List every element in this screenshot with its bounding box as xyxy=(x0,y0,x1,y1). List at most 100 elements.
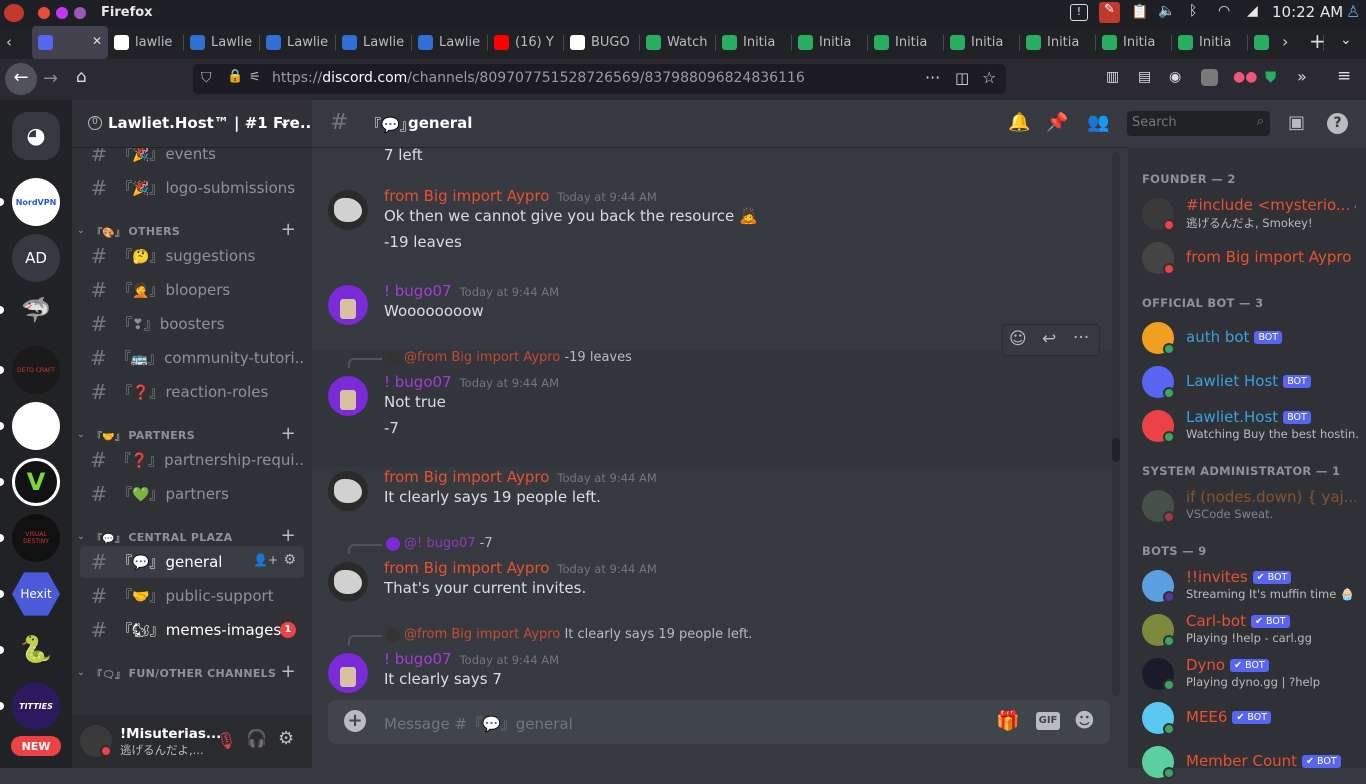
tab[interactable]: Lawlie xyxy=(184,26,260,59)
url-bar[interactable]: ⛉ 🔒 ⚟ https://discord.com/channels/80970… xyxy=(193,64,1006,94)
channel-partners[interactable]: # 『💚』 partners xyxy=(80,478,304,510)
new-tab-button[interactable]: + xyxy=(1309,29,1326,53)
avatar[interactable] xyxy=(328,471,368,511)
search-input[interactable]: Search ⌕ xyxy=(1127,111,1270,136)
gift-icon[interactable]: 🎁 xyxy=(996,709,1020,732)
forward-button[interactable]: → xyxy=(43,68,58,89)
message-author[interactable]: from Big import Aypro xyxy=(384,468,549,486)
new-badge[interactable]: NEW xyxy=(11,736,61,756)
add-reaction-icon[interactable]: ☺ xyxy=(1009,329,1027,349)
tracking-protection-icon[interactable]: ⛉ xyxy=(201,70,212,86)
channel-general[interactable]: # 『💬』 general 👤+ ⚙ xyxy=(80,546,304,578)
member-item[interactable]: #include <mysterio...◆ 逃げるんだよ, Smokey! xyxy=(1142,192,1362,236)
invite-icon[interactable]: 👤+ xyxy=(253,553,278,567)
user-name[interactable]: !Misuterias... xyxy=(120,726,221,742)
scrollbar-track[interactable] xyxy=(1112,152,1120,696)
clock[interactable]: 10:22 AM xyxy=(1272,3,1343,21)
channel-logo-submissions[interactable]: # 『🎉』 logo-submissions xyxy=(80,172,304,204)
add-channel-icon[interactable]: + xyxy=(281,219,296,240)
hexit-icon[interactable]: Hexit xyxy=(12,572,60,616)
message[interactable]: @from Big import Aypro It clearly says 1… xyxy=(312,627,1112,696)
tab[interactable]: Watch xyxy=(640,26,716,59)
window-maximize-button[interactable] xyxy=(56,7,68,19)
pocket-icon[interactable]: ◫ xyxy=(955,69,969,87)
message[interactable]: @from Big import Aypro -19 leaves ! bugo0… xyxy=(312,350,1112,467)
category-fun-other-channels[interactable]: ⌄ 『🗨』 FUN/OTHER CHANNELS + xyxy=(74,661,304,683)
message-author[interactable]: ! bugo07 xyxy=(384,650,452,668)
member-item[interactable]: auth bot BOT xyxy=(1142,316,1362,360)
volume-icon[interactable]: 🔈 xyxy=(1158,3,1175,19)
channel-reaction-roles[interactable]: # 『❓』 reaction-roles xyxy=(80,376,304,408)
tab[interactable]: (16) Y xyxy=(488,26,564,59)
message-author[interactable]: from Big import Aypro xyxy=(384,559,549,577)
tab-close-icon[interactable]: ✕ xyxy=(92,34,102,48)
member-item[interactable]: Lawliet Host BOT xyxy=(1142,360,1362,404)
window-minimize-button[interactable] xyxy=(74,7,86,19)
message-continuation[interactable]: 7 left xyxy=(312,148,1112,186)
tab-scroll-right-icon[interactable]: › xyxy=(1282,32,1288,51)
mute-mic-icon[interactable]: 🎙 xyxy=(216,731,236,750)
avatar[interactable] xyxy=(328,562,368,602)
wifi-icon[interactable]: ◠ xyxy=(1218,3,1230,19)
category-central-plaza[interactable]: ⌄ 『💬』 CENTRAL PLAZA + xyxy=(74,525,304,547)
bell-icon[interactable]: 🔔 xyxy=(1008,112,1030,133)
inbox-icon[interactable]: ▣ xyxy=(1288,112,1305,133)
channel-memes-images[interactable]: # 『🐿』 memes-images 1 xyxy=(80,614,304,646)
avatar[interactable] xyxy=(328,376,368,416)
member-item[interactable]: from Big import Aypro xyxy=(1142,236,1362,280)
tray-alert-icon[interactable]: ! xyxy=(1070,4,1088,21)
tab[interactable]: Initia xyxy=(716,26,792,59)
tab[interactable]: Initia xyxy=(868,26,944,59)
clipboard-icon[interactable]: 📋 xyxy=(1131,4,1148,20)
reply-preview[interactable]: @! bugo07 -7 xyxy=(404,536,493,551)
back-button[interactable]: ← xyxy=(5,63,37,95)
add-channel-icon[interactable]: + xyxy=(281,423,296,444)
add-channel-icon[interactable]: + xyxy=(281,661,296,682)
category-others[interactable]: ⌄ 『🎨』 OTHERS + xyxy=(74,219,304,241)
tab[interactable]: Lawlie xyxy=(336,26,412,59)
tab[interactable]: lawlie xyxy=(108,26,184,59)
logo-sv-icon[interactable] xyxy=(12,402,60,450)
extension-shield-icon[interactable]: ⛊ xyxy=(1265,68,1276,86)
member-list-icon[interactable]: 👥 xyxy=(1087,112,1109,133)
battery-icon[interactable]: ◢ xyxy=(1247,3,1258,19)
menu-icon[interactable]: ≡ xyxy=(1337,66,1351,86)
tab[interactable]: Initia xyxy=(944,26,1020,59)
sidebar-toggle-icon[interactable]: ▤ xyxy=(1138,69,1151,85)
visual-destiny-icon[interactable]: VISUAL DESTINY xyxy=(12,514,60,562)
tab-list-button[interactable]: ⌄ xyxy=(1340,32,1352,48)
member-item[interactable]: !!invites ✔ BOT Streaming It's muffin time… xyxy=(1142,564,1362,608)
tab[interactable]: Initia xyxy=(1172,26,1248,59)
message[interactable]: from Big import Aypro Today at 9:44 AM Ok … xyxy=(312,186,1112,281)
page-actions-icon[interactable]: ··· xyxy=(925,68,940,87)
library-icon[interactable]: ▥ xyxy=(1106,69,1119,85)
tab[interactable]: Lawlie xyxy=(260,26,336,59)
more-options-icon[interactable]: ··· xyxy=(1073,328,1089,348)
permissions-icon[interactable]: ⚟ xyxy=(249,70,261,85)
message-author[interactable]: from Big import Aypro xyxy=(384,187,549,205)
category-partners[interactable]: ⌄ 『🤝』 PARTNERS + xyxy=(74,423,304,445)
user-menu-icon[interactable]: ♙ xyxy=(1346,2,1360,21)
discord-home-icon[interactable]: ◕ xyxy=(12,112,60,160)
logo-v-icon[interactable]: V xyxy=(12,458,60,506)
member-item[interactable]: if (nodes.down) { yaj.... VSCode Sweat. xyxy=(1142,484,1362,528)
server-header[interactable]: 0 Lawliet.Host™ | #1 Fre... ⌄ xyxy=(72,100,317,148)
pin-icon[interactable]: 📌 xyxy=(1046,112,1068,133)
tray-pen-icon[interactable]: ✎ xyxy=(1099,2,1120,23)
nordvpn-icon[interactable]: NordVPN xyxy=(12,178,60,226)
help-icon[interactable]: ? xyxy=(1327,113,1348,134)
user-settings-gear-icon[interactable]: ⚙ xyxy=(278,728,294,749)
emoji-icon[interactable]: ☻ xyxy=(1074,708,1095,732)
purple-space-icon[interactable]: TITTIES xyxy=(12,682,60,730)
member-item[interactable]: MEE6 ✔ BOT xyxy=(1142,696,1362,740)
reply-preview[interactable]: @from Big import Aypro -19 leaves xyxy=(404,350,632,365)
member-item[interactable]: Member Count ✔ BOT xyxy=(1142,740,1362,784)
bluetooth-icon[interactable]: ᛒ xyxy=(1189,3,1197,19)
channel-suggestions[interactable]: # 『🤔』 suggestions xyxy=(80,240,304,272)
tab[interactable]: Lawlie xyxy=(412,26,488,59)
member-item[interactable]: Lawliet.Host BOT Watching Buy the best hos… xyxy=(1142,404,1362,448)
reply-preview[interactable]: @from Big import Aypro It clearly says 1… xyxy=(404,627,752,642)
message[interactable]: @! bugo07 -7 from Big import Aypro Today a… xyxy=(312,536,1112,627)
add-attachment-icon[interactable]: + xyxy=(344,710,366,732)
tab[interactable]: Initia xyxy=(1096,26,1172,59)
